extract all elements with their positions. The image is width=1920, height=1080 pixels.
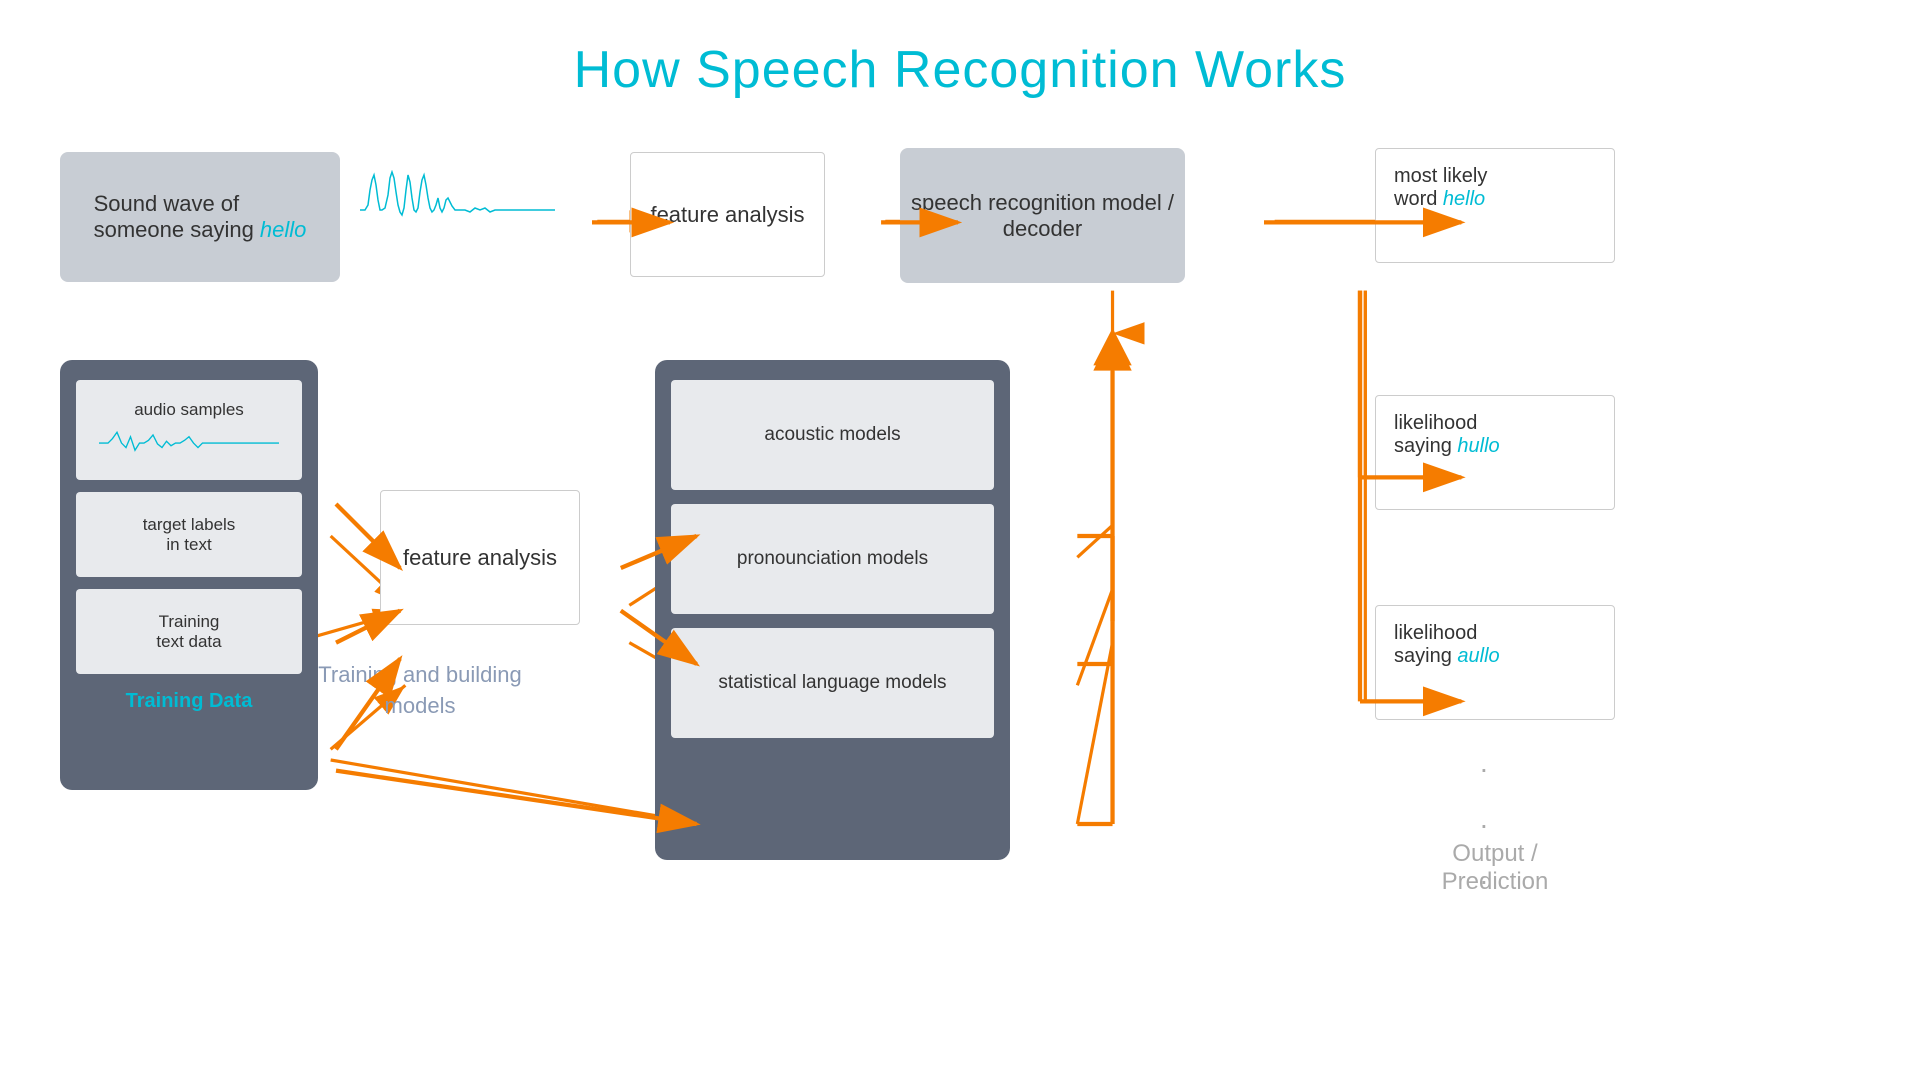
hello-italic: hello [260, 217, 306, 242]
training-caption: Training and building models [310, 660, 530, 722]
language-models-box: statistical language models [671, 628, 994, 738]
target-labels-box: target labelsin text [76, 492, 302, 577]
aullo-italic: aullo [1457, 645, 1499, 667]
feature-analysis-top-label: feature analysis [650, 202, 804, 228]
hello-output-italic: hello [1443, 188, 1485, 210]
target-labels-label: target labelsin text [143, 515, 236, 555]
output-most-likely: most likelyword hello [1375, 148, 1615, 263]
output-aullo: likelihoodsaying aullo [1375, 605, 1615, 720]
output-prediction-label: Output /Prediction [1375, 840, 1615, 896]
diagram: Sound wave ofsomeone saying hello featur… [0, 120, 1920, 1080]
speech-model-label: speech recognition model / decoder [910, 190, 1175, 242]
feature-analysis-top: feature analysis [630, 152, 825, 277]
pronunciation-models-label: pronounciation models [737, 548, 928, 570]
language-models-label: statistical language models [718, 672, 946, 694]
models-panel: acoustic models pronounciation models st… [655, 360, 1010, 860]
training-text-label: Trainingtext data [156, 612, 221, 652]
training-text-box: Trainingtext data [76, 589, 302, 674]
feature-analysis-mid-label: feature analysis [403, 545, 557, 571]
audio-samples-label: audio samples [134, 400, 244, 420]
feature-analysis-mid: feature analysis [380, 490, 580, 625]
pronunciation-models-box: pronounciation models [671, 504, 994, 614]
output-hullo: likelihoodsaying hullo [1375, 395, 1615, 510]
waveform [360, 170, 555, 270]
hullo-italic: hullo [1457, 435, 1499, 457]
training-data-panel: audio samples target labelsin text Train… [60, 360, 318, 790]
sound-wave-label: Sound wave ofsomeone saying hello [94, 191, 307, 243]
speech-model-box: speech recognition model / decoder [900, 148, 1185, 283]
training-data-badge: Training Data [76, 690, 302, 713]
page-title: How Speech Recognition Works [0, 0, 1920, 100]
audio-samples-box: audio samples [76, 380, 302, 480]
acoustic-models-label: acoustic models [764, 424, 900, 446]
sound-wave-box: Sound wave ofsomeone saying hello [60, 152, 340, 282]
acoustic-models-box: acoustic models [671, 380, 994, 490]
